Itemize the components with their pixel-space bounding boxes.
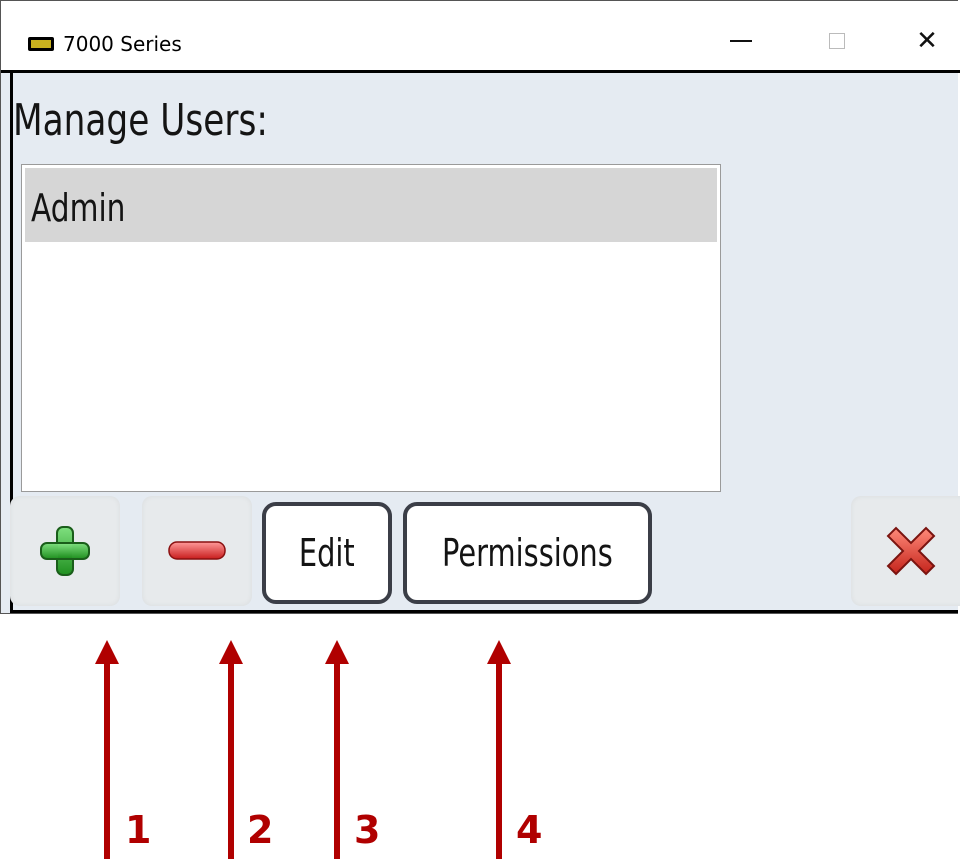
close-window-button[interactable]: ✕: [899, 15, 955, 67]
minimize-button[interactable]: [713, 15, 769, 67]
user-name: Admin: [31, 186, 126, 230]
maximize-button[interactable]: [809, 15, 865, 67]
page-title: Manage Users:: [13, 95, 268, 146]
annotation-label-4: 4: [516, 808, 543, 852]
list-item[interactable]: Admin: [25, 168, 717, 242]
edit-button[interactable]: Edit: [262, 502, 392, 604]
minimize-icon: [730, 40, 752, 42]
app-window: 7000 Series ✕ Manage Users: Admin Edit P…: [0, 0, 960, 614]
close-icon: ✕: [916, 26, 938, 56]
window-title: 7000 Series: [63, 32, 182, 56]
annotation-label-2: 2: [247, 808, 274, 852]
user-list[interactable]: Admin: [21, 164, 721, 492]
maximize-icon: [829, 33, 845, 49]
edit-label: Edit: [299, 531, 355, 575]
content-area: Manage Users: Admin Edit Permissions: [10, 73, 960, 613]
close-dialog-button[interactable]: [851, 496, 960, 606]
title-bar: 7000 Series ✕: [1, 1, 960, 73]
red-x-icon: [886, 526, 936, 576]
permissions-label: Permissions: [442, 531, 613, 575]
permissions-button[interactable]: Permissions: [403, 502, 652, 604]
annotation-label-3: 3: [354, 808, 381, 852]
remove-user-button[interactable]: [142, 496, 252, 606]
app-icon: [28, 37, 54, 51]
plus-icon: [40, 526, 90, 576]
add-user-button[interactable]: [10, 496, 120, 606]
annotation-label-1: 1: [125, 808, 152, 852]
minus-icon: [168, 541, 226, 560]
